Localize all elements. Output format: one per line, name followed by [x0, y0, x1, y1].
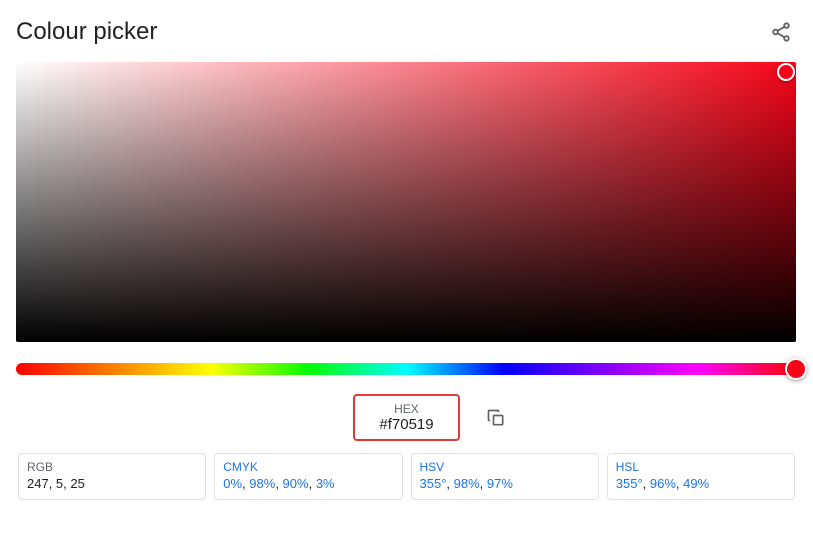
- color-values-row: RGB 247, 5, 25 CMYK 0%, 98%, 90%, 3% HSV…: [16, 453, 797, 500]
- cmyk-box[interactable]: CMYK 0%, 98%, 90%, 3%: [214, 453, 402, 500]
- colour-picker-container: Colour picker HEX #f70519: [0, 0, 813, 516]
- hex-value: #f70519: [379, 416, 433, 433]
- hsv-box[interactable]: HSV 355°, 98%, 97%: [411, 453, 599, 500]
- hsl-value: 355°, 96%, 49%: [616, 476, 786, 491]
- hue-slider[interactable]: [16, 360, 796, 378]
- hex-row: HEX #f70519: [16, 394, 797, 441]
- gradient-canvas: [16, 62, 796, 342]
- saturation-cursor[interactable]: [777, 63, 795, 81]
- rgb-box[interactable]: RGB 247, 5, 25: [18, 453, 206, 500]
- cmyk-value: 0%, 98%, 90%, 3%: [223, 476, 393, 491]
- share-button[interactable]: [765, 16, 797, 48]
- hsv-value: 355°, 98%, 97%: [420, 476, 590, 491]
- header: Colour picker: [16, 16, 797, 48]
- copy-button[interactable]: [476, 398, 516, 438]
- rgb-label: RGB: [27, 460, 197, 474]
- hue-thumb[interactable]: [785, 358, 807, 380]
- hex-input-box[interactable]: HEX #f70519: [353, 394, 459, 441]
- hsl-box[interactable]: HSL 355°, 96%, 49%: [607, 453, 795, 500]
- saturation-value-picker[interactable]: [16, 62, 796, 342]
- rgb-value: 247, 5, 25: [27, 476, 197, 491]
- page-title: Colour picker: [16, 18, 157, 46]
- hex-label: HEX: [379, 402, 433, 416]
- value-layer: [16, 62, 796, 342]
- hue-track: [16, 363, 796, 375]
- hsv-label: HSV: [420, 460, 590, 474]
- cmyk-label: CMYK: [223, 460, 393, 474]
- hsl-label: HSL: [616, 460, 786, 474]
